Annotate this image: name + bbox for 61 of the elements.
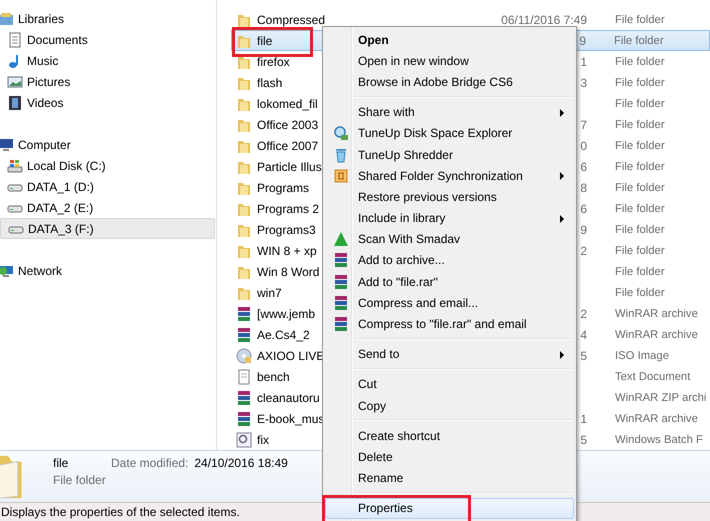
date-modified: 6 <box>580 160 587 174</box>
file-type: File folder <box>614 34 665 46</box>
date-modified: 9 <box>580 222 587 236</box>
file-type: Windows Batch F <box>615 434 704 446</box>
date-modified: 4 <box>580 328 587 342</box>
file-name: firefox <box>257 54 290 68</box>
file-name: Win 8 Word <box>257 264 320 278</box>
file-name: Programs 2 <box>257 202 320 216</box>
file-name: win7 <box>257 286 282 300</box>
date-modified: 2 <box>580 306 587 320</box>
date-modified: 5 <box>580 432 587 446</box>
file-type: File folder <box>615 98 666 110</box>
file-name: Programs <box>257 180 310 194</box>
detail-label: Date modified: <box>111 456 188 470</box>
file-name: [www.jemb <box>257 306 316 320</box>
file-name: WIN 8 + xp <box>257 244 317 258</box>
file-name: lokomed_fil <box>257 96 318 110</box>
file-name: bench <box>257 370 290 384</box>
file-type: File folder <box>615 182 666 194</box>
date-modified: 2 <box>580 244 587 258</box>
file-type: WinRAR archive <box>615 412 699 424</box>
file-name: E-book_mus <box>257 412 324 426</box>
file-type: File folder <box>615 118 666 130</box>
file-name: cleanautoru <box>257 390 320 404</box>
file-name: flash <box>257 76 282 90</box>
file-name: Particle Illus <box>257 160 322 174</box>
file-name: Compressed <box>257 12 326 26</box>
file-type: File folder <box>615 160 666 172</box>
file-name: fix <box>257 432 269 446</box>
date-modified: 3 <box>580 76 587 90</box>
file-type: WinRAR ZIP archi <box>615 392 708 404</box>
file-type: File folder <box>615 286 666 298</box>
file-type: File folder <box>615 244 666 256</box>
date-modified: 6 <box>580 202 587 216</box>
file-name: Programs3 <box>257 222 316 236</box>
date-modified: 1 <box>580 412 587 426</box>
file-type: File folder <box>615 140 666 152</box>
file-type: File folder <box>615 14 666 26</box>
file-type: File folder <box>615 224 666 236</box>
date-modified: 7 <box>580 118 587 132</box>
file-type: WinRAR archive <box>615 328 699 340</box>
date-modified: 5 <box>580 348 587 362</box>
file-type: WinRAR archive <box>615 308 699 320</box>
file-name: Office 2003 <box>257 118 318 132</box>
detail-name: file <box>53 456 70 470</box>
file-name: file <box>257 34 272 48</box>
file-name: Office 2007 <box>257 138 318 152</box>
file-name: Ae.Cs4_2 <box>257 328 310 342</box>
file-type: File folder <box>615 266 666 278</box>
file-type: File folder <box>615 202 666 214</box>
date-modified: 06/11/2016 7:49 <box>501 12 587 26</box>
date-modified: 0 <box>580 138 587 152</box>
date-modified: 1 <box>580 54 587 68</box>
file-type: Text Document <box>615 370 692 382</box>
file-type: ISO Image <box>615 350 670 362</box>
detail-type: File folder <box>53 473 107 487</box>
date-modified: 9 <box>579 34 586 48</box>
file-type: File folder <box>615 76 666 88</box>
file-type: File folder <box>615 56 666 68</box>
detail-value: 24/10/2016 18:49 <box>194 456 288 470</box>
date-modified: 8 <box>580 180 587 194</box>
